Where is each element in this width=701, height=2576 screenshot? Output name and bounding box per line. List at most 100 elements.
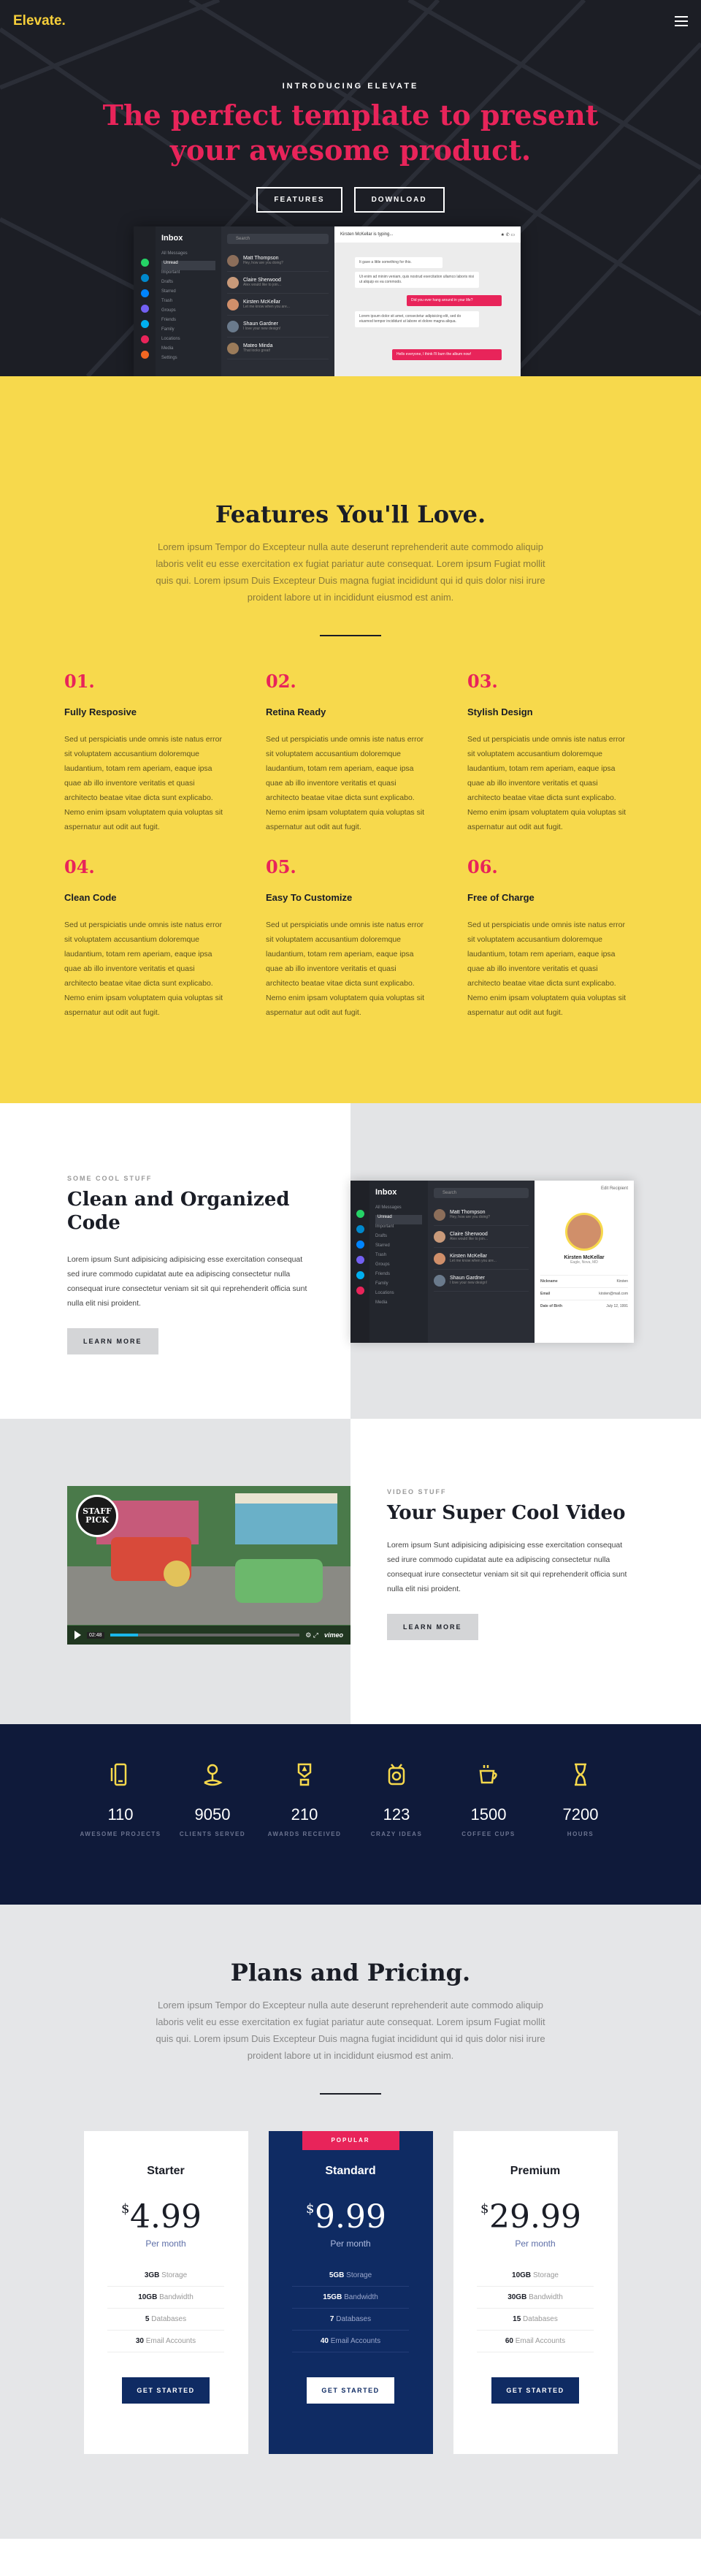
messenger-icon [140,289,149,297]
feature-number: 05. [266,856,296,877]
learn-more-button[interactable]: LEARN MORE [387,1614,478,1640]
plan-feature: 5 Databases [107,2309,224,2331]
profile-row: Date of Birth July 12, 1991 [540,1300,628,1312]
video-eyebrow: VIDEO STUFF [387,1488,447,1495]
contact-snippet: That looks great! [243,348,271,353]
mockup-nav-item: Family [375,1281,388,1286]
profile-row-label: Date of Birth [540,1304,562,1308]
plan-feature: 3GB Storage [107,2265,224,2287]
stat-label: HOURS [567,1831,594,1837]
list-item: Mateo Minda That looks great! [227,338,329,359]
avatar [434,1230,445,1243]
plan-currency: $ [480,2201,489,2217]
plan-feature-value: 3GB [144,2271,160,2279]
avatar [227,254,239,267]
plan-feature-label: Bandwidth [159,2293,194,2301]
plan-feature-value: 7 [329,2315,334,2323]
app-mockup: Inbox All Messages Unread Important Draf… [134,226,521,376]
contact-snippet: I love your new design! [450,1281,488,1285]
plan-feature: 5GB Storage [292,2265,409,2287]
plan-amount: 9.99 [315,2198,386,2236]
code-section: SOME COOL STUFF Clean and Organized Code… [0,1103,701,1419]
whatsapp-icon [140,259,149,267]
feature-number: 01. [64,671,95,692]
app-icon [356,1287,364,1295]
list-item: Shaun Gardner I love your new design! [434,1270,529,1292]
vimeo-logo[interactable]: vimeo [324,1631,343,1639]
contact-snippet: Alex would like to join... [243,283,281,287]
feature-title: Clean Code [64,892,117,903]
plan-feature: 10GB Storage [477,2265,594,2287]
feature-item: 02. Retina Ready Sed ut perspiciatis unde … [266,671,432,834]
divider [320,2093,381,2095]
profile-row-label: Email [540,1292,551,1296]
award-icon [297,1763,312,1786]
learn-more-button[interactable]: LEARN MORE [67,1328,158,1354]
plan-feature: 60 Email Accounts [477,2331,594,2352]
features-button[interactable]: FEATURES [256,187,342,213]
mockup-nav-item: Settings [161,356,177,360]
plan-card-premium: Premium $29.99 Per month 10GB Storage 30… [453,2131,618,2454]
features-text: Lorem ipsum Tempor do Excepteur nulla au… [156,541,545,603]
user-location-icon [204,1764,223,1786]
hero-section: Elevate. INTRODUCING ELEVATE The perfect… [0,0,701,376]
mockup-inbox-title: Inbox [375,1188,397,1197]
features-title: Features You'll Love. [215,500,486,528]
chat-bubble-in: It gave a little something for this. [355,257,443,268]
get-started-button[interactable]: GET STARTED [491,2377,579,2404]
plan-price: $4.99 [121,2198,202,2236]
hero-title-line1: The perfect template to present [102,99,599,132]
get-started-button[interactable]: GET STARTED [307,2377,394,2404]
get-started-button[interactable]: GET STARTED [122,2377,210,2404]
popular-badge: POPULAR [302,2131,399,2150]
download-button[interactable]: DOWNLOAD [353,187,445,213]
list-item: Matt Thompson Hey, how are you doing? [227,250,329,272]
plan-feature: 15GB Bandwidth [292,2287,409,2309]
stats-section: 110 AWESOME PROJECTS 9050 CLIENTS SERVED… [0,1724,701,1905]
contact-snippet: Alex would like to join... [450,1237,488,1241]
feature-item: 03. Stylish Design Sed ut perspiciatis und… [467,671,633,834]
mockup-nav-item: Starred [375,1243,390,1248]
contact-snippet: Let me know when you are... [243,305,290,309]
avatar [434,1252,445,1265]
plan-feature-value: 30 [135,2337,144,2345]
plan-feature: 30GB Bandwidth [477,2287,594,2309]
mockup-nav-item: Friends [161,318,177,322]
plan-feature-value: 40 [320,2337,329,2345]
stat-value: 7200 [562,1805,599,1824]
mockup-nav-item: Groups [161,308,176,313]
stat-item: 1500 COFFEE CUPS [443,1762,535,1905]
feature-number: 03. [467,671,498,692]
mockup-nav-item: All Messages [161,251,188,256]
feature-number: 02. [266,671,296,692]
profile-header: Edit Recipient [600,1186,628,1191]
video-player[interactable]: STAFF PICK 02:48 ⚙ ⤢ vimeo [67,1486,350,1645]
play-icon[interactable] [74,1631,81,1639]
call-icon: ★ ✆ ▭ [500,232,515,237]
mockup-nav-item: All Messages [375,1205,402,1210]
contact-name: Matt Thompson [450,1210,486,1215]
plan-feature-value: 60 [505,2337,513,2345]
pricing-section: Plans and Pricing. Lorem ipsum Tempor do… [0,1905,701,2539]
plan-feature-label: Bandwidth [344,2293,378,2301]
feature-desc: Sed ut perspiciatis unde omnis iste natu… [64,735,223,831]
mockup-nav-item: Trash [161,299,173,303]
plan-feature-label: Databases [523,2315,558,2323]
pricing-title: Plans and Pricing. [230,1959,471,1986]
mockup-nav-item: Media [375,1300,388,1305]
plan-feature: 15 Databases [477,2309,594,2331]
plan-name: Standard [325,2165,376,2177]
plan-name: Premium [510,2165,561,2177]
fullscreen-icon[interactable]: ⚙ ⤢ [305,1631,318,1639]
plan-currency: $ [121,2201,130,2217]
profile-row-label: Nickname [540,1279,558,1284]
video-progress[interactable] [110,1634,300,1636]
stat-item: 210 AWARDS RECEIVED [258,1762,350,1905]
mockup-chat: Kirsten McKellar is typing... ★ ✆ ▭ It ga… [334,226,521,376]
stat-value: 9050 [194,1805,231,1824]
hero-title: The perfect template to present your awe… [0,98,701,168]
plan-feature: 30 Email Accounts [107,2331,224,2352]
avatar [227,298,239,310]
mockup-search: Search [227,234,329,244]
feature-item: 06. Free of Charge Sed ut perspiciatis und… [467,856,633,1020]
